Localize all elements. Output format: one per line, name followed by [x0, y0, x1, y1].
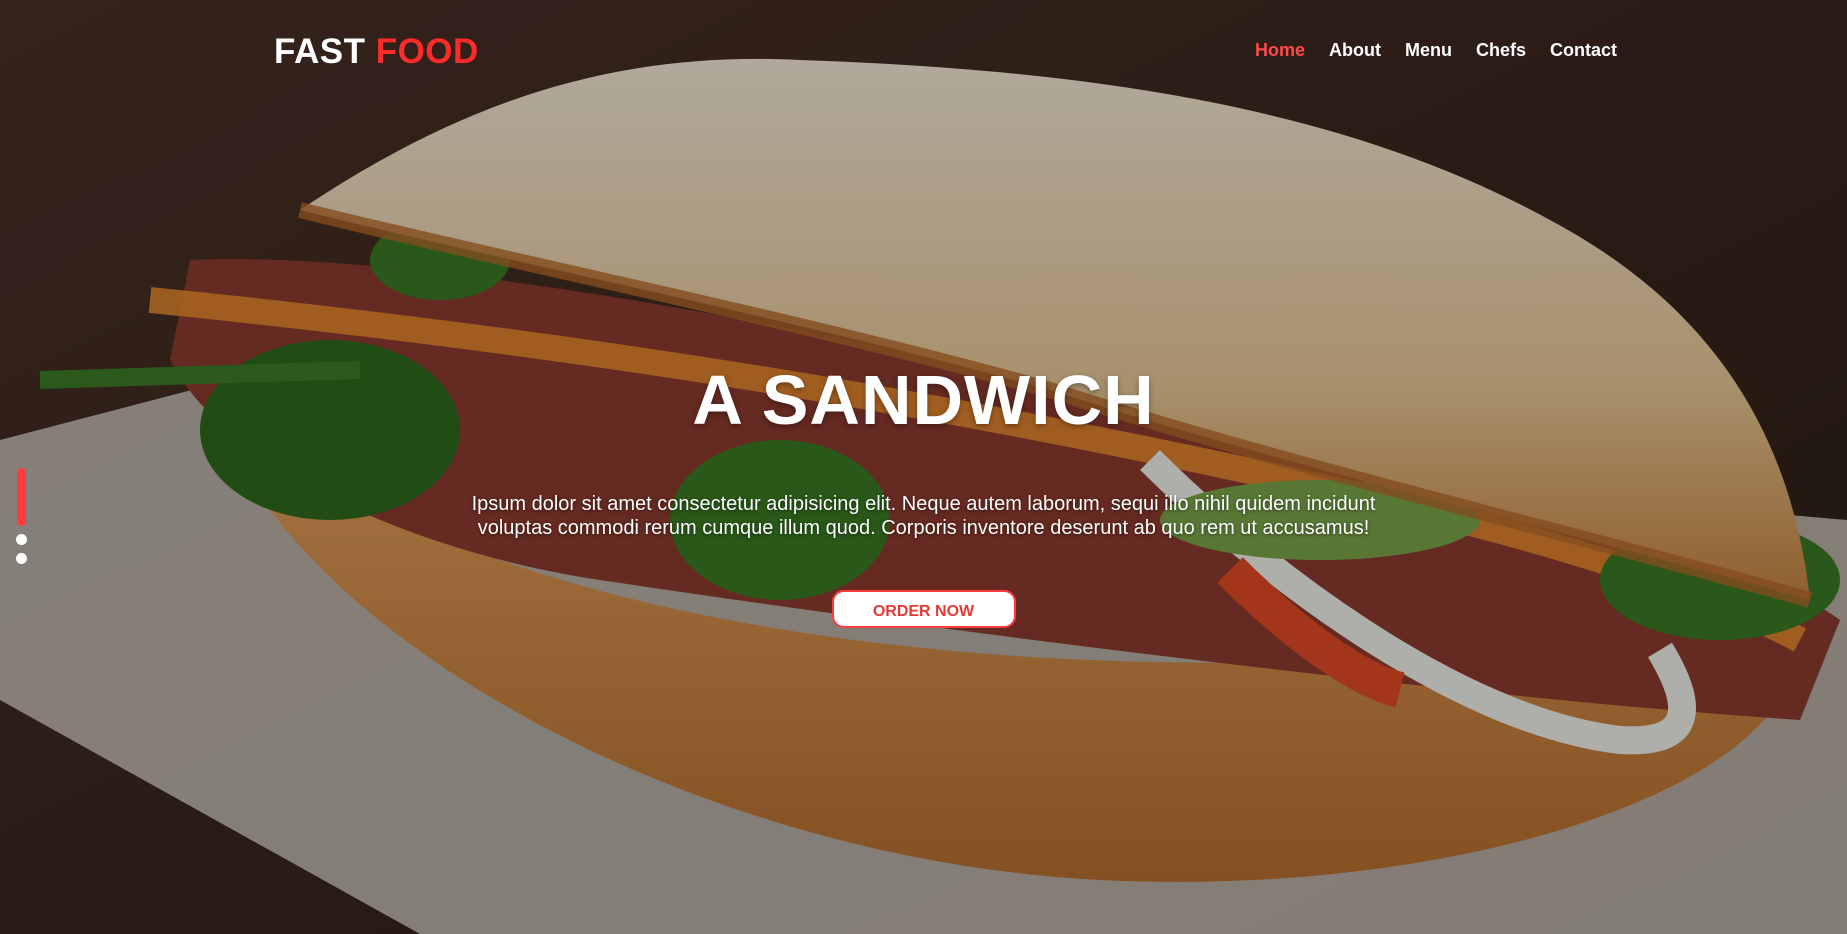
brand-logo[interactable]: FAST FOOD [274, 32, 479, 72]
brand-name-accent: FOOD [375, 32, 479, 71]
order-now-button[interactable]: ORDER NOW [831, 590, 1016, 628]
nav-link-contact[interactable]: Contact [1550, 40, 1617, 61]
hero-section: FAST FOOD Home About Menu Chefs Contact … [0, 0, 1847, 934]
nav-link-menu[interactable]: Menu [1405, 40, 1452, 61]
hero-content: A SANDWICH Ipsum dolor sit amet consecte… [0, 360, 1847, 628]
main-nav: Home About Menu Chefs Contact [1255, 40, 1617, 61]
navbar: FAST FOOD Home About Menu Chefs Contact [0, 0, 1847, 106]
hero-description: Ipsum dolor sit amet consectetur adipisi… [471, 493, 1376, 539]
hero-title: A SANDWICH [692, 361, 1155, 439]
nav-link-chefs[interactable]: Chefs [1476, 40, 1526, 61]
nav-link-about[interactable]: About [1329, 40, 1381, 61]
nav-link-home[interactable]: Home [1255, 40, 1305, 61]
brand-name-primary: FAST [274, 32, 366, 71]
